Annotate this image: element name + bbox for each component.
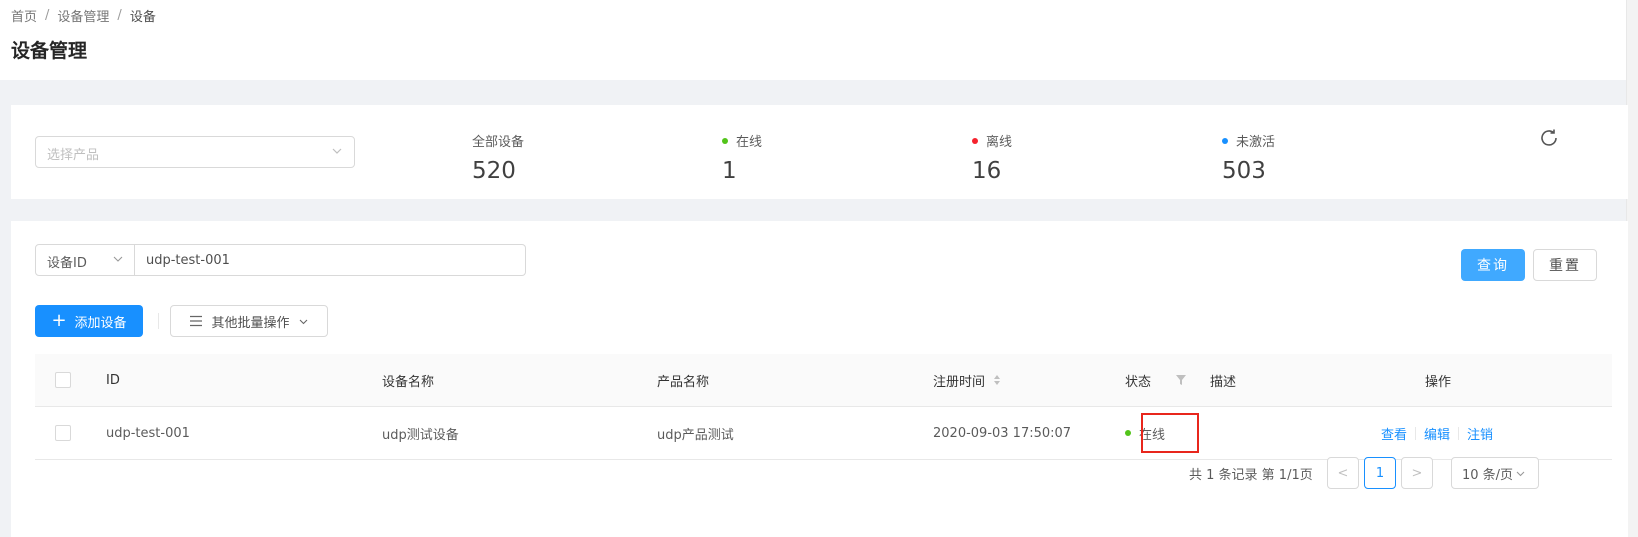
plus-icon: +: [51, 310, 67, 331]
pagination: 共 1 条记录 第 1/1页 < 1 > 10 条/页: [11, 457, 1628, 489]
batch-operations-label: 其他批量操作: [211, 315, 290, 331]
page-size-select[interactable]: 10 条/页: [1451, 457, 1539, 489]
cell-actions: 查看 编辑 注销: [1381, 407, 1493, 459]
filter-icon[interactable]: [1176, 375, 1186, 385]
product-select[interactable]: 选择产品: [35, 136, 355, 168]
chevron-down-icon: [299, 319, 307, 324]
breadcrumb-device: 设备: [129, 10, 156, 25]
stat-offline-value: 16: [972, 158, 1002, 184]
stat-all-value: 520: [472, 158, 516, 184]
stat-online-label: 在线: [736, 135, 763, 150]
view-link[interactable]: 查看: [1381, 424, 1407, 443]
action-divider: [1415, 426, 1417, 440]
stat-offline: 离线 16: [972, 131, 1012, 184]
column-header-name: 设备名称: [382, 374, 435, 390]
stat-all-label: 全部设备: [472, 135, 525, 150]
column-header-reg-time[interactable]: 注册时间: [933, 354, 1001, 406]
main-card: 设备ID 查询 重置 + 添加设备 其他批量操作 ID 设备名称 产品名称 注册…: [11, 221, 1628, 537]
search-group: 设备ID: [35, 244, 526, 276]
stats-card: 选择产品 全部设备 520 在线 1 离线 16 未激活 503: [11, 105, 1628, 199]
column-header-status: 状态: [1125, 374, 1152, 390]
page-size-value: 10 条/页: [1462, 467, 1514, 483]
deregister-link[interactable]: 注销: [1467, 424, 1493, 443]
prev-page-button[interactable]: <: [1327, 457, 1359, 489]
toolbar-divider: [158, 313, 159, 329]
column-header-description: 描述: [1210, 374, 1237, 390]
cell-product-name: udp产品测试: [657, 427, 734, 443]
chevron-down-icon: [332, 148, 342, 154]
offline-dot-icon: [972, 137, 978, 144]
next-page-button[interactable]: >: [1401, 457, 1433, 489]
pagination-total: 共 1 条记录 第 1/1页: [1189, 468, 1313, 483]
cell-reg-time: 2020-09-03 17:50:07: [933, 425, 1072, 441]
inactive-dot-icon: [1222, 137, 1228, 144]
refresh-icon[interactable]: [1537, 126, 1561, 150]
batch-operations-button[interactable]: 其他批量操作: [170, 305, 328, 337]
reset-button[interactable]: 重置: [1533, 249, 1597, 281]
menu-icon: [190, 315, 203, 327]
table-row: udp-test-001 udp测试设备 udp产品测试 2020-09-03 …: [35, 407, 1612, 460]
stat-online-value: 1: [722, 158, 737, 184]
stat-inactive-value: 503: [1222, 158, 1266, 184]
search-field-value: 设备ID: [47, 256, 87, 271]
row-checkbox[interactable]: [55, 425, 71, 441]
status-highlight-box: [1141, 413, 1199, 453]
select-all-checkbox[interactable]: [55, 372, 71, 388]
table-header: ID 设备名称 产品名称 注册时间 状态 描述 操作: [35, 354, 1612, 407]
add-device-button[interactable]: + 添加设备: [35, 305, 143, 337]
sort-icon[interactable]: [993, 374, 1001, 386]
breadcrumb-device-management[interactable]: 设备管理: [57, 6, 109, 25]
add-device-label: 添加设备: [74, 315, 127, 331]
column-header-id: ID: [106, 372, 120, 388]
search-input[interactable]: [135, 244, 526, 276]
device-table: ID 设备名称 产品名称 注册时间 状态 描述 操作 udp-test-001 …: [35, 354, 1612, 460]
breadcrumb-separator: /: [45, 8, 50, 23]
stat-offline-label: 离线: [986, 135, 1013, 150]
stat-all-devices: 全部设备 520: [472, 131, 524, 184]
product-select-placeholder: 选择产品: [47, 148, 100, 163]
page-1-button[interactable]: 1: [1364, 457, 1396, 489]
breadcrumb-separator: /: [117, 8, 122, 23]
cell-device-name: udp测试设备: [382, 427, 459, 443]
column-header-product: 产品名称: [657, 374, 710, 390]
stat-inactive-label: 未激活: [1236, 135, 1276, 150]
page-title: 设备管理: [11, 40, 88, 62]
query-button[interactable]: 查询: [1461, 249, 1525, 281]
stat-inactive: 未激活 503: [1222, 131, 1275, 184]
action-divider: [1458, 426, 1460, 440]
page-header: 首页 / 设备管理 / 设备 设备管理: [0, 0, 1638, 80]
breadcrumb-home[interactable]: 首页: [11, 6, 37, 25]
online-status-dot-icon: [1125, 430, 1131, 436]
chevron-down-icon: [1516, 471, 1525, 476]
stat-online: 在线 1: [722, 131, 762, 184]
column-header-actions: 操作: [1425, 374, 1452, 390]
edit-link[interactable]: 编辑: [1424, 424, 1450, 443]
column-header-reg-time-label: 注册时间: [933, 374, 986, 390]
cell-device-id: udp-test-001: [106, 425, 190, 441]
search-field-select[interactable]: 设备ID: [35, 244, 135, 276]
online-dot-icon: [722, 137, 728, 144]
breadcrumb: 首页 / 设备管理 / 设备: [11, 6, 156, 25]
chevron-down-icon: [113, 256, 123, 262]
